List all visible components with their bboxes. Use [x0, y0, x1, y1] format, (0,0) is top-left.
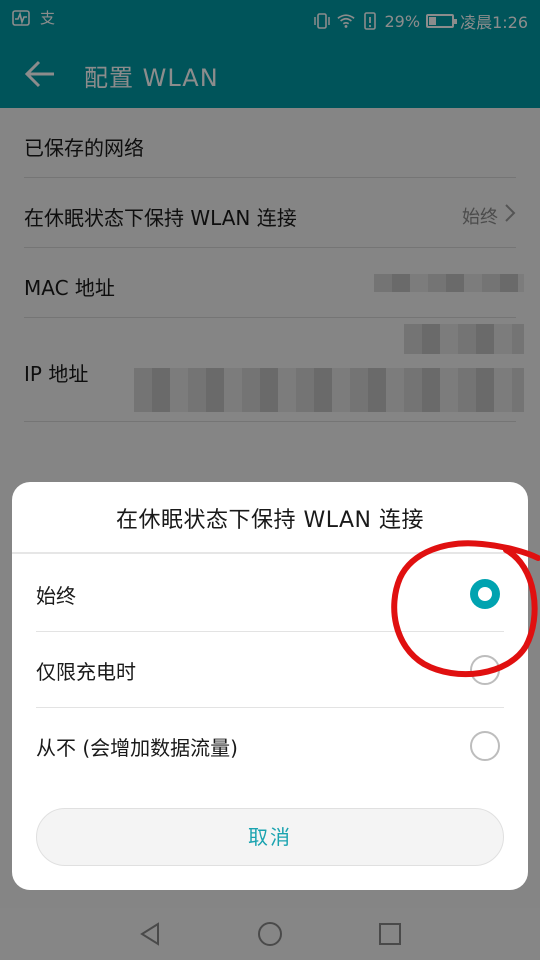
- option-charging-label: 仅限充电时: [36, 660, 136, 684]
- option-never-label: 从不 (会增加数据流量): [36, 736, 238, 760]
- cancel-button[interactable]: 取消: [36, 808, 504, 866]
- dialog-title: 在休眠状态下保持 WLAN 连接: [115, 508, 424, 533]
- option-never[interactable]: 从不 (会增加数据流量): [36, 708, 504, 784]
- option-never-radio[interactable]: [470, 731, 500, 761]
- red-circle-annotation: [391, 540, 540, 677]
- option-always-label: 始终: [36, 584, 76, 608]
